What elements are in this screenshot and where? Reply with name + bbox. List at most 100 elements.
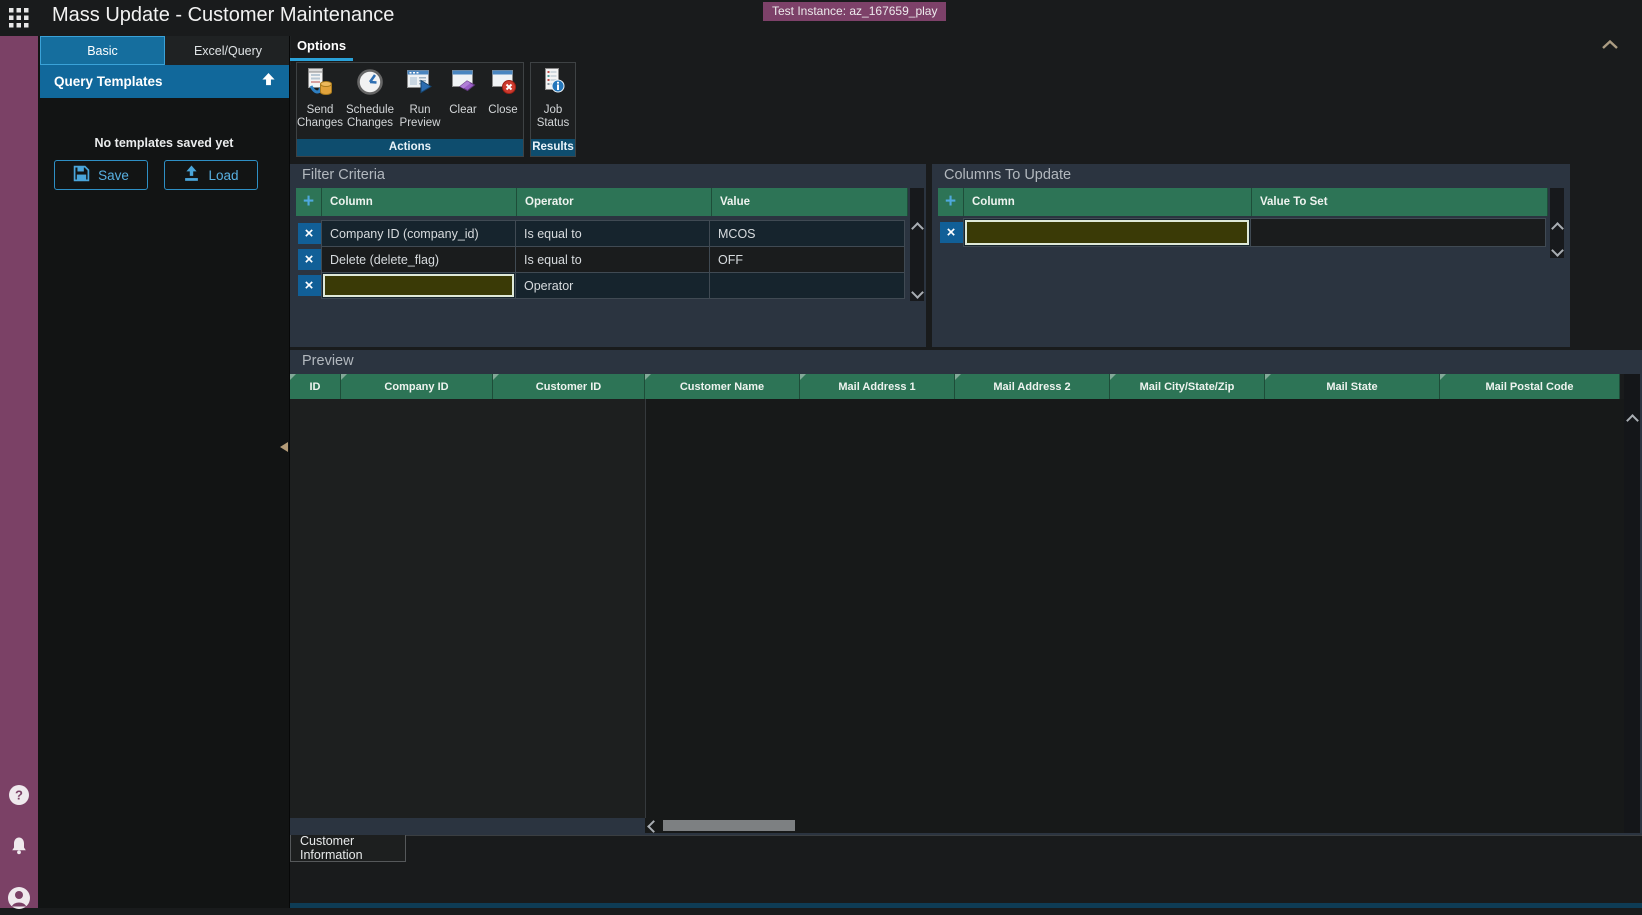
delete-row-button[interactable]: × <box>298 249 321 270</box>
delete-row-cell: × <box>296 272 322 299</box>
filter-add-row-button[interactable]: + <box>296 188 322 216</box>
load-template-button[interactable]: Load <box>164 160 258 190</box>
query-templates-header[interactable]: Query Templates <box>40 65 290 98</box>
preview-header-company-id[interactable]: Company ID <box>341 374 493 399</box>
filter-column-cell: Company ID (company_id) <box>321 220 516 247</box>
ribbon-button-label: Run Preview <box>397 104 443 130</box>
tab-excel-query[interactable]: Excel/Query <box>165 36 291 65</box>
query-templates-title: Query Templates <box>54 74 261 89</box>
filter-value-cell: MCOS <box>709 220 905 247</box>
preview-header-id[interactable]: ID <box>290 374 341 399</box>
preview-vertical-scrollbar[interactable] <box>1624 374 1640 833</box>
collapse-panel-handle[interactable] <box>280 442 288 452</box>
preview-header-customer-id[interactable]: Customer ID <box>493 374 645 399</box>
update-header-row: +ColumnValue To Set <box>938 188 1548 216</box>
preview-header-mail-address-1[interactable]: Mail Address 1 <box>800 374 955 399</box>
tab-basic-label: Basic <box>87 44 118 58</box>
left-rail: ? <box>0 36 38 908</box>
tab-excel-query-label: Excel/Query <box>194 44 262 58</box>
filter-header-value[interactable]: Value <box>712 188 908 216</box>
delete-row-button[interactable]: × <box>298 223 321 244</box>
preview-header-mail-city-state-zip[interactable]: Mail City/State/Zip <box>1110 374 1265 399</box>
preview-body-left <box>290 399 645 818</box>
ribbon-group-actions: Send ChangesSchedule ChangesRun Preview C… <box>296 62 524 157</box>
job-status-button[interactable]: Job Status <box>531 66 575 139</box>
filter-criteria-row: ×Company ID (company_id)Is equal toMCOS <box>296 220 916 247</box>
filter-criteria-row: ×Delete (delete_flag)Is equal toOFF <box>296 246 916 273</box>
preview-header-mail-address-2[interactable]: Mail Address 2 <box>955 374 1110 399</box>
update-header-column[interactable]: Column <box>964 188 1252 216</box>
send-changes-button[interactable]: Send Changes <box>297 66 343 139</box>
tab-customer-information[interactable]: Customer Information <box>290 835 406 862</box>
tab-basic[interactable]: Basic <box>40 36 165 65</box>
run-preview-icon <box>405 67 435 102</box>
update-add-row-button[interactable]: + <box>938 188 964 216</box>
filter-value-cell: OFF <box>709 246 905 273</box>
filter-criteria-panel: Filter Criteria +ColumnOperatorValue ×Co… <box>290 164 926 347</box>
help-icon[interactable]: ? <box>8 784 30 811</box>
delete-row-button[interactable]: × <box>940 222 963 243</box>
close-button[interactable]: Close <box>483 66 523 139</box>
save-icon <box>73 165 90 185</box>
delete-row-button[interactable]: × <box>298 275 321 296</box>
schedule-changes-icon <box>355 67 385 102</box>
send-changes-icon <box>305 67 335 102</box>
schedule-changes-button[interactable]: Schedule Changes <box>343 66 397 139</box>
preview-body-right <box>645 399 1624 818</box>
options-tab-underline <box>290 58 353 61</box>
page-title: Mass Update - Customer Maintenance <box>52 4 394 27</box>
test-instance-badge: Test Instance: az_167659_play <box>763 2 946 21</box>
ribbon-buttons-row: Send ChangesSchedule ChangesRun Preview C… <box>297 63 523 139</box>
filter-operator-cell: Is equal to <box>515 246 710 273</box>
query-templates-panel: Basic Excel/Query Query Templates No tem… <box>38 36 290 908</box>
update-rows: × <box>938 218 1548 247</box>
tab-options-label: Options <box>297 38 346 53</box>
preview-header-customer-name[interactable]: Customer Name <box>645 374 800 399</box>
update-header-value-to-set[interactable]: Value To Set <box>1252 188 1548 216</box>
ribbon-buttons-row: Job Status <box>531 63 575 139</box>
load-icon <box>183 165 200 185</box>
filter-value-cell <box>709 272 905 299</box>
preview-header-mail-postal-code[interactable]: Mail Postal Code <box>1440 374 1620 399</box>
update-value-cell <box>1250 218 1546 247</box>
app-launcher-grid-icon[interactable] <box>9 8 29 28</box>
filter-rows: ×Company ID (company_id)Is equal toMCOS×… <box>296 220 916 299</box>
preview-bottom-border <box>406 835 1642 836</box>
filter-criteria-title: Filter Criteria <box>302 167 385 183</box>
filter-column-cell <box>321 272 516 299</box>
collapse-ribbon-icon[interactable] <box>1601 38 1619 56</box>
ribbon-group-results: Job Status Results <box>530 62 576 157</box>
delete-row-cell: × <box>296 246 322 273</box>
filter-header-operator[interactable]: Operator <box>517 188 712 216</box>
save-template-button[interactable]: Save <box>54 160 148 190</box>
ribbon-group-label: Results <box>531 139 575 156</box>
filter-scrollbar[interactable] <box>910 188 924 301</box>
preview-title: Preview <box>302 353 354 369</box>
hscroll-left-icon[interactable] <box>647 820 660 833</box>
svg-text:?: ? <box>15 788 23 803</box>
notifications-bell-icon[interactable] <box>9 836 29 861</box>
tab-options[interactable]: Options <box>290 31 353 59</box>
filter-column-cell: Delete (delete_flag) <box>321 246 516 273</box>
update-column-cell-editor-input[interactable] <box>965 220 1249 245</box>
columns-to-update-title: Columns To Update <box>944 167 1071 183</box>
collapse-up-arrow-icon[interactable] <box>261 72 276 92</box>
ribbon-button-label: Clear <box>448 104 477 117</box>
account-icon[interactable] <box>7 886 31 915</box>
preview-horizontal-scrollbar[interactable] <box>645 818 1624 833</box>
filter-header-column[interactable]: Column <box>322 188 517 216</box>
ribbon-groups: Send ChangesSchedule ChangesRun Preview C… <box>296 62 576 157</box>
clear-button[interactable]: Clear <box>443 66 483 139</box>
preview-header-mail-state[interactable]: Mail State <box>1265 374 1440 399</box>
run-preview-button[interactable]: Run Preview <box>397 66 443 139</box>
clear-icon <box>448 67 478 102</box>
ribbon-group-label: Actions <box>297 139 523 156</box>
save-button-label: Save <box>98 168 129 183</box>
update-column-cell <box>963 218 1251 247</box>
no-templates-message: No templates saved yet <box>38 136 290 150</box>
filter-column-cell-editor-input[interactable] <box>323 274 514 297</box>
ribbon-button-label: Send Changes <box>296 104 344 130</box>
preview-panel: Preview IDCompany IDCustomer IDCustomer … <box>290 350 1642 835</box>
hscroll-thumb[interactable] <box>663 820 795 831</box>
ribbon-button-label: Job Status <box>531 104 575 130</box>
